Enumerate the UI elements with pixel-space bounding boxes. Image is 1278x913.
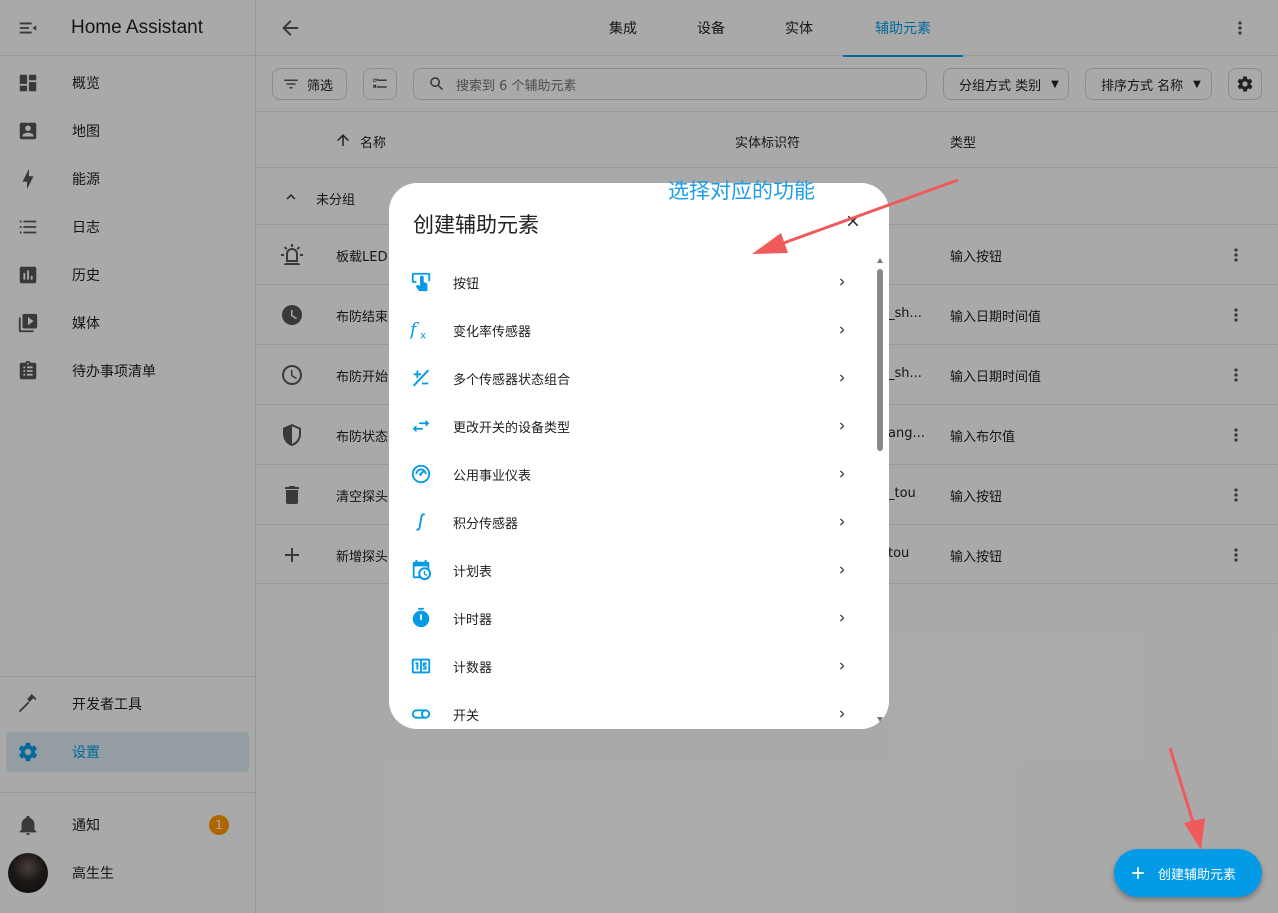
close-button[interactable] (844, 212, 862, 234)
helper-item-toggle[interactable]: 开关 (389, 690, 875, 729)
helper-item-label: 按钮 (453, 276, 480, 292)
helper-item-label: 变化率传感器 (453, 324, 532, 340)
counter-icon (411, 658, 431, 674)
integral-icon (416, 513, 426, 531)
helper-item-label: 计时器 (453, 612, 493, 628)
chevron-right-icon (840, 710, 845, 718)
svg-text:f: f (410, 321, 420, 341)
chevron-right-icon (840, 614, 845, 622)
chevron-right-icon (840, 374, 845, 382)
create-helper-label: 创建辅助元素 (1158, 867, 1237, 883)
chevron-right-icon (840, 326, 845, 334)
helper-item-label: 开关 (453, 708, 480, 724)
chevron-right-icon (840, 422, 845, 430)
helper-item-counter[interactable]: 计数器 (389, 642, 875, 690)
helper-item-min-max[interactable]: 多个传感器状态组合 (389, 354, 875, 402)
helper-item-schedule[interactable]: 计划表 (389, 546, 875, 594)
gauge-icon (411, 464, 431, 484)
swap-horizontal-icon (412, 419, 430, 433)
calendar-clock-icon (412, 559, 432, 581)
timer-icon (412, 607, 430, 628)
helper-item-label: 更改开关的设备类型 (453, 420, 571, 436)
helper-item-button[interactable]: 按钮 (389, 258, 875, 306)
toggle-switch-icon (411, 709, 431, 719)
helper-item-label: 公用事业仪表 (453, 468, 532, 484)
helper-item-label: 计数器 (453, 660, 493, 676)
chevron-right-icon (840, 662, 845, 670)
create-helper-dialog: 创建辅助元素 按钮 fx 变化率传感器 多个传感器状态组合 更改开关的设备类型 … (389, 183, 889, 729)
helper-item-switch-as-x[interactable]: 更改开关的设备类型 (389, 402, 875, 450)
helper-item-timer[interactable]: 计时器 (389, 594, 875, 642)
create-helper-button[interactable]: 创建辅助元素 (1114, 849, 1262, 897)
svg-text:x: x (420, 330, 426, 341)
plus-icon (1132, 867, 1144, 879)
close-icon (847, 215, 859, 227)
helper-type-list: 按钮 fx 变化率传感器 多个传感器状态组合 更改开关的设备类型 公用事业仪表 … (389, 258, 875, 729)
chevron-right-icon (840, 518, 845, 526)
chevron-right-icon (840, 566, 845, 574)
gesture-tap-button-icon (411, 272, 431, 292)
helper-item-derivative[interactable]: fx 变化率传感器 (389, 306, 875, 354)
annotation-text: 选择对应的功能 (668, 179, 815, 203)
chevron-right-icon (840, 470, 845, 478)
dialog-title: 创建辅助元素 (413, 213, 539, 237)
helper-item-label: 计划表 (453, 564, 493, 580)
helper-item-utility-meter[interactable]: 公用事业仪表 (389, 450, 875, 498)
helper-item-label: 积分传感器 (453, 516, 519, 532)
plus-minus-icon (412, 369, 430, 387)
function-variant-icon: fx (410, 321, 426, 342)
helper-item-integration[interactable]: 积分传感器 (389, 498, 875, 546)
helper-item-label: 多个传感器状态组合 (453, 372, 571, 388)
chevron-right-icon (840, 278, 845, 286)
dialog-scrollbar[interactable] (876, 255, 884, 725)
